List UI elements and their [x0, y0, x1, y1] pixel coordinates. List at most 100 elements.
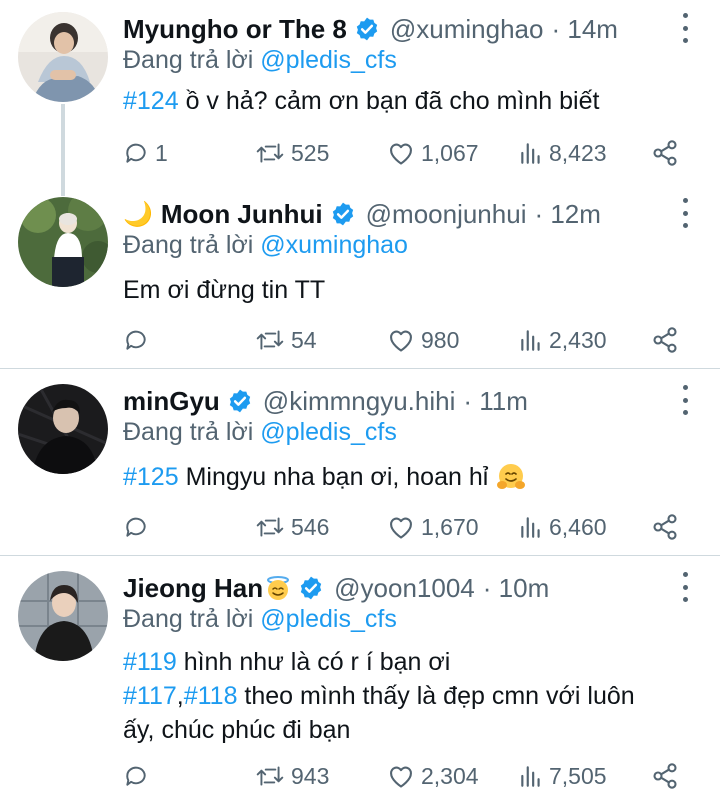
replying-to-label: Đang trả lời [123, 418, 261, 446]
views-icon [521, 517, 540, 538]
hugging-face-emoji-icon [497, 464, 526, 489]
hashtag[interactable]: #125 [123, 460, 179, 494]
views-button[interactable]: 6,460 [519, 510, 607, 544]
like-count: 1,067 [421, 139, 479, 166]
heart-icon [390, 330, 412, 352]
text-line: theo mình thấy là đẹp cmn với luôn [237, 682, 635, 710]
like-button[interactable]: 980 [387, 323, 459, 357]
reply-button[interactable] [123, 510, 149, 544]
avatar[interactable] [18, 571, 108, 661]
more-options-icon[interactable] [680, 198, 690, 228]
views-button[interactable]: 2,430 [519, 323, 607, 357]
views-count: 6,460 [549, 513, 607, 540]
handle[interactable]: @xuminghao [390, 14, 544, 45]
tweet-3[interactable]: minGyu @kimmngyu.hihi · 11m Đang trả lời… [0, 372, 720, 555]
timestamp[interactable]: · 11m [463, 386, 528, 417]
retweet-button[interactable]: 525 [255, 136, 329, 170]
views-icon [521, 330, 540, 351]
reply-icon [126, 143, 146, 163]
like-count: 980 [421, 326, 460, 353]
tweet-4[interactable]: Jieong Han @yoon1004 · 10m Đang trả lời … [0, 559, 720, 808]
share-button[interactable] [651, 510, 679, 544]
tweet-text: #125 Mingyu nha bạn ơi, hoan hỉ [123, 460, 693, 494]
share-button[interactable] [651, 136, 679, 170]
reply-mention[interactable]: @xuminghao [260, 231, 408, 259]
reply-button[interactable] [123, 323, 149, 357]
tweet-2[interactable]: 🌙 Moon Junhui @moonjunhui · 12m Đang trả… [0, 185, 720, 368]
tweet-header: Jieong Han @yoon1004 · 10m [123, 571, 660, 605]
more-options-icon[interactable] [680, 385, 690, 415]
text-line: ấy, chúc phúc đi bạn [123, 716, 351, 744]
reply-button[interactable] [123, 759, 149, 793]
reply-mention[interactable]: @pledis_cfs [260, 605, 397, 633]
display-name[interactable]: Jieong Han [123, 573, 263, 604]
tweet-1[interactable]: Myungho or The 8 @xuminghao · 14m Đang t… [0, 0, 720, 185]
timestamp[interactable]: · 12m [534, 199, 600, 230]
retweet-icon [256, 517, 284, 537]
share-icon [653, 140, 677, 166]
hashtag-separator: , [176, 682, 184, 710]
heart-icon [390, 143, 412, 165]
verified-badge-icon [300, 576, 322, 600]
like-button[interactable]: 1,067 [387, 136, 479, 170]
reply-mention[interactable]: @pledis_cfs [260, 46, 397, 74]
display-name[interactable]: minGyu [123, 386, 220, 417]
like-count: 1,670 [421, 513, 479, 540]
reply-icon [126, 517, 146, 537]
reply-mention[interactable]: @pledis_cfs [260, 418, 397, 446]
text-line: hình như là có r í bạn ơi [176, 648, 451, 676]
views-count: 7,505 [549, 762, 607, 789]
views-icon [521, 766, 540, 787]
reply-button[interactable]: 1 [123, 136, 168, 170]
retweet-count: 546 [291, 513, 330, 540]
handle[interactable]: @kimmngyu.hihi [263, 386, 456, 417]
tweet-text: Em ơi đừng tin TT [123, 273, 693, 307]
views-button[interactable]: 8,423 [519, 136, 607, 170]
heart-icon [390, 766, 412, 788]
share-icon [653, 514, 677, 540]
text-line: ồ v hả? cảm ơn bạn đã cho mình biết [178, 87, 600, 115]
replying-to: Đang trả lời @pledis_cfs [123, 416, 397, 448]
hashtag[interactable]: #117 [123, 682, 177, 710]
share-button[interactable] [651, 759, 679, 793]
timestamp[interactable]: · 14m [551, 14, 617, 45]
action-bar: 54 980 2,430 [123, 323, 683, 357]
hashtag[interactable]: #124 [123, 87, 179, 115]
views-count: 2,430 [549, 326, 607, 353]
divider [0, 555, 720, 556]
verified-badge-icon [332, 202, 353, 226]
hashtag[interactable]: #119 [123, 648, 177, 676]
timestamp[interactable]: · 10m [483, 573, 549, 604]
handle[interactable]: @moonjunhui [366, 199, 527, 230]
like-button[interactable]: 2,304 [387, 759, 479, 793]
replying-to-label: Đang trả lời [123, 46, 261, 74]
moon-emoji: 🌙 [123, 200, 153, 228]
action-bar: 1 525 1,067 8,423 [123, 136, 683, 170]
retweet-icon [256, 766, 284, 786]
replying-to: Đang trả lời @pledis_cfs [123, 44, 397, 76]
more-options-icon[interactable] [680, 13, 690, 43]
share-icon [653, 763, 677, 789]
like-button[interactable]: 1,670 [387, 510, 479, 544]
hashtag[interactable]: #118 [184, 682, 238, 710]
avatar[interactable] [18, 384, 108, 474]
display-name[interactable]: Moon Junhui [161, 199, 323, 230]
share-icon [653, 327, 677, 353]
retweet-button[interactable]: 546 [255, 510, 329, 544]
tweet-header: Myungho or The 8 @xuminghao · 14m [123, 12, 660, 46]
display-name[interactable]: Myungho or The 8 [123, 14, 347, 45]
avatar[interactable] [18, 197, 108, 287]
action-bar: 546 1,670 6,460 [123, 510, 683, 544]
avatar[interactable] [18, 12, 108, 102]
more-options-icon[interactable] [680, 572, 690, 602]
handle[interactable]: @yoon1004 [334, 573, 475, 604]
text-line: Mingyu nha bạn ơi, hoan hỉ [178, 463, 489, 491]
retweet-button[interactable]: 54 [255, 323, 317, 357]
action-bar: 943 2,304 7,505 [123, 759, 683, 793]
retweet-button[interactable]: 943 [255, 759, 329, 793]
retweet-icon [256, 143, 284, 163]
share-button[interactable] [651, 323, 679, 357]
tweet-header: minGyu @kimmngyu.hihi · 11m [123, 384, 660, 418]
retweet-icon [256, 330, 284, 350]
views-button[interactable]: 7,505 [519, 759, 607, 793]
